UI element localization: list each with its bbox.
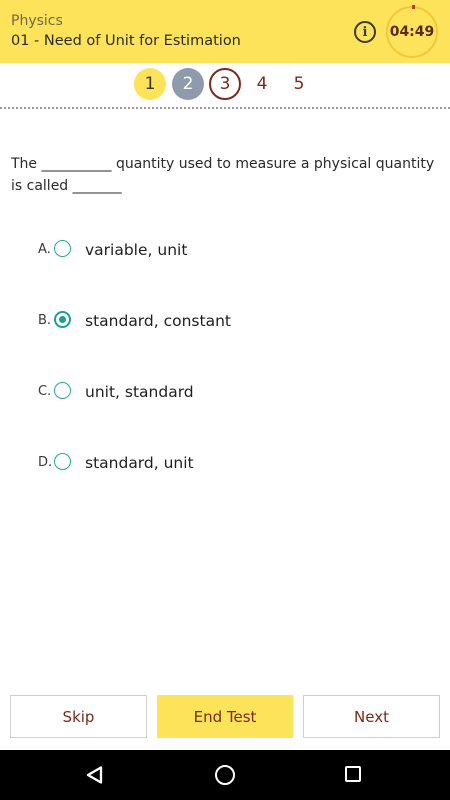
option-letter: C. [38,384,52,399]
option-letter: B. [38,313,52,328]
radio-button[interactable] [54,453,71,470]
timer-circle: 04:49 [386,6,438,58]
end-test-button[interactable]: End Test [157,695,293,738]
app-header: Physics 01 - Need of Unit for Estimation… [0,0,450,63]
question-navigator: 1 2 3 4 5 [0,68,450,104]
question-number-5[interactable]: 5 [283,68,315,100]
option-letter: A. [38,242,51,257]
timer-progress-mark [412,5,415,9]
radio-button-selected[interactable] [54,311,71,328]
subject-label: Physics [11,13,63,29]
option-text: unit, standard [85,383,194,401]
question-text: The __________ quantity used to measure … [11,156,435,194]
option-a[interactable]: A. variable, unit [38,239,418,269]
question-number-3[interactable]: 3 [209,68,241,100]
next-button[interactable]: Next [303,695,440,738]
dotted-divider [0,107,450,109]
option-text: standard, unit [85,454,194,472]
radio-button[interactable] [54,240,71,257]
info-icon[interactable]: i [354,21,376,43]
timer-text: 04:49 [389,24,435,40]
question-number-2[interactable]: 2 [172,68,204,100]
recent-apps-icon[interactable] [345,766,361,782]
back-icon[interactable] [86,766,104,784]
option-b[interactable]: B. standard, constant [38,310,418,340]
option-text: standard, constant [85,312,231,330]
question-number-4[interactable]: 4 [246,68,278,100]
option-text: variable, unit [85,241,188,259]
home-icon[interactable] [215,765,235,785]
option-c[interactable]: C. unit, standard [38,381,418,411]
option-d[interactable]: D. standard, unit [38,452,418,482]
option-letter: D. [38,455,53,470]
chapter-title: 01 - Need of Unit for Estimation [11,33,241,49]
skip-button[interactable]: Skip [10,695,147,738]
system-nav-bar [0,750,450,800]
question-number-1[interactable]: 1 [134,68,166,100]
radio-button[interactable] [54,382,71,399]
